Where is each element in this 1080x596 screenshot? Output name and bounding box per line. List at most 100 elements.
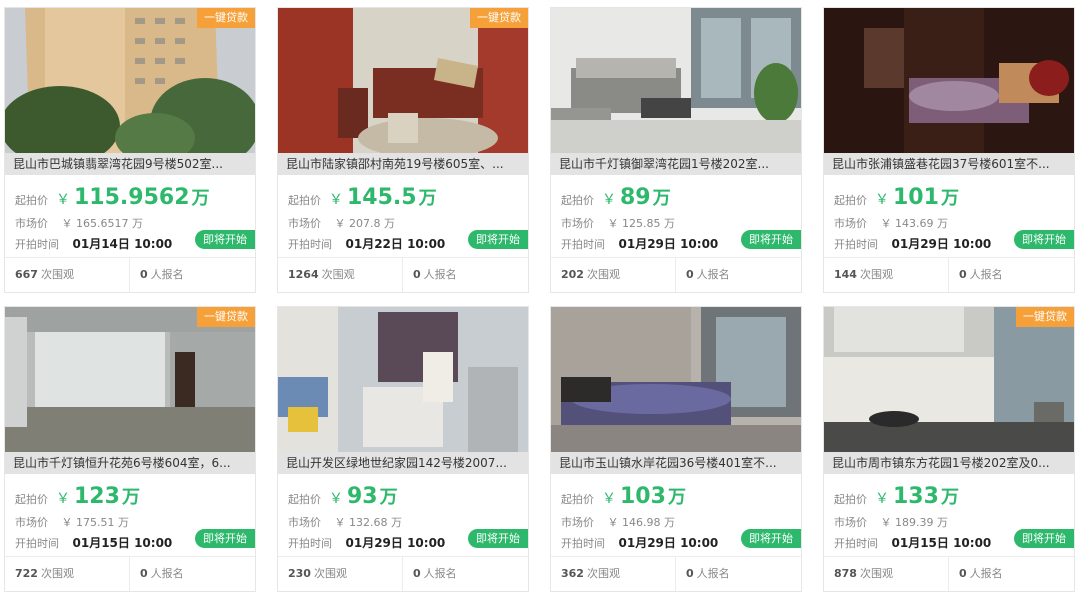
start-time-row: 开拍时间 01月29日 10:00 (561, 235, 718, 252)
listing-card[interactable]: 一键贷款 昆山市陆家镇邵村南苑19号楼605室、... 起拍价 ￥ 145.5 … (277, 7, 529, 293)
start-price-label: 起拍价 (561, 194, 594, 207)
currency-symbol: ￥ (329, 192, 343, 208)
status-button[interactable]: 即将开始 (195, 529, 255, 548)
market-price-value: ￥ 165.6517 万 (61, 217, 143, 230)
start-price-row: 起拍价 ￥ 145.5 万 (288, 184, 437, 212)
start-price-value: 89 (620, 185, 651, 210)
market-price-label: 市场价 (15, 516, 48, 529)
start-time-label: 开拍时间 (288, 537, 332, 550)
start-time-value: 01月29日 10:00 (891, 237, 992, 251)
start-time-value: 01月22日 10:00 (345, 237, 446, 251)
signup-count: 0 人报名 (413, 567, 457, 580)
market-price-value: ￥ 143.69 万 (880, 217, 948, 230)
currency-symbol: ￥ (56, 491, 70, 507)
status-button[interactable]: 即将开始 (741, 529, 801, 548)
property-photo[interactable] (5, 307, 255, 452)
start-time-label: 开拍时间 (561, 537, 605, 550)
start-time-label: 开拍时间 (834, 537, 878, 550)
listing-title[interactable]: 昆山开发区绿地世纪家园142号楼2007... (278, 452, 528, 474)
property-photo[interactable] (278, 307, 528, 452)
signup-count: 0 人报名 (959, 268, 1003, 281)
currency-symbol: ￥ (875, 192, 889, 208)
start-price-row: 起拍价 ￥ 93 万 (288, 483, 398, 511)
listing-card[interactable]: 昆山开发区绿地世纪家园142号楼2007... 起拍价 ￥ 93 万 市场价 ￥… (277, 306, 529, 592)
listing-title[interactable]: 昆山市千灯镇御翠湾花园1号楼202室... (551, 153, 801, 175)
card-footer: 1264 次围观 0 人报名 (278, 257, 528, 292)
listing-title[interactable]: 昆山市巴城镇翡翠湾花园9号楼502室... (5, 153, 255, 175)
start-price-label: 起拍价 (561, 493, 594, 506)
start-price-row: 起拍价 ￥ 101 万 (834, 184, 959, 212)
start-time-label: 开拍时间 (561, 238, 605, 251)
property-photo[interactable] (5, 8, 255, 153)
listing-card[interactable]: 昆山市玉山镇水岸花园36号楼401室不... 起拍价 ￥ 103 万 市场价 ￥… (550, 306, 802, 592)
listing-title[interactable]: 昆山市周市镇东方花园1号楼202室及0... (824, 452, 1074, 474)
start-time-row: 开拍时间 01月29日 10:00 (288, 534, 445, 551)
listing-card[interactable]: 昆山市张浦镇盛巷花园37号楼601室不... 起拍价 ￥ 101 万 市场价 ￥… (823, 7, 1075, 293)
price-unit: 万 (667, 487, 686, 508)
start-time-row: 开拍时间 01月29日 10:00 (834, 235, 991, 252)
market-price-label: 市场价 (288, 516, 321, 529)
listing-title[interactable]: 昆山市张浦镇盛巷花园37号楼601室不... (824, 153, 1074, 175)
price-unit: 万 (940, 487, 959, 508)
views-count: 1264 次围观 (278, 258, 403, 292)
views-count: 878 次围观 (824, 557, 949, 591)
market-price-value: ￥ 189.39 万 (880, 516, 948, 529)
card-footer: 722 次围观 0 人报名 (5, 556, 255, 591)
market-price-value: ￥ 146.98 万 (607, 516, 675, 529)
start-price-label: 起拍价 (834, 493, 867, 506)
listing-title[interactable]: 昆山市千灯镇恒升花苑6号楼604室，6... (5, 452, 255, 474)
start-price-label: 起拍价 (288, 194, 321, 207)
start-time-value: 01月29日 10:00 (618, 536, 719, 550)
loan-badge[interactable]: 一键贷款 (197, 8, 255, 28)
signup-count: 0 人报名 (686, 567, 730, 580)
start-price-row: 起拍价 ￥ 123 万 (15, 483, 140, 511)
listing-title[interactable]: 昆山市陆家镇邵村南苑19号楼605室、... (278, 153, 528, 175)
card-footer: 878 次围观 0 人报名 (824, 556, 1074, 591)
listing-card[interactable]: 一键贷款 昆山市巴城镇翡翠湾花园9号楼502室... 起拍价 ￥ 115.956… (4, 7, 256, 293)
listing-title[interactable]: 昆山市玉山镇水岸花园36号楼401室不... (551, 452, 801, 474)
start-price-value: 123 (74, 484, 120, 509)
card-footer: 362 次围观 0 人报名 (551, 556, 801, 591)
market-price-label: 市场价 (561, 516, 594, 529)
loan-badge[interactable]: 一键贷款 (470, 8, 528, 28)
start-time-row: 开拍时间 01月22日 10:00 (288, 235, 445, 252)
price-unit: 万 (121, 487, 140, 508)
currency-symbol: ￥ (329, 491, 343, 507)
market-price-value: ￥ 132.68 万 (334, 516, 402, 529)
start-time-row: 开拍时间 01月29日 10:00 (561, 534, 718, 551)
signup-count: 0 人报名 (140, 268, 184, 281)
views-count: 230 次围观 (278, 557, 403, 591)
views-count: 144 次围观 (824, 258, 949, 292)
start-time-value: 01月15日 10:00 (891, 536, 992, 550)
loan-badge[interactable]: 一键贷款 (1016, 307, 1074, 327)
property-photo[interactable] (824, 307, 1074, 452)
market-price-row: 市场价 ￥ 143.69 万 (834, 215, 948, 231)
status-button[interactable]: 即将开始 (1014, 529, 1074, 548)
property-photo[interactable] (551, 307, 801, 452)
listing-card[interactable]: 一键贷款 昆山市千灯镇恒升花苑6号楼604室，6... 起拍价 ￥ 123 万 … (4, 306, 256, 592)
start-time-value: 01月29日 10:00 (345, 536, 446, 550)
status-button[interactable]: 即将开始 (1014, 230, 1074, 249)
status-button[interactable]: 即将开始 (741, 230, 801, 249)
start-price-row: 起拍价 ￥ 115.9562 万 (15, 184, 210, 212)
property-photo[interactable] (278, 8, 528, 153)
property-photo[interactable] (551, 8, 801, 153)
start-price-value: 93 (347, 484, 378, 509)
price-unit: 万 (191, 188, 210, 209)
market-price-value: ￥ 175.51 万 (61, 516, 129, 529)
start-price-value: 103 (620, 484, 666, 509)
views-count: 202 次围观 (551, 258, 676, 292)
loan-badge[interactable]: 一键贷款 (197, 307, 255, 327)
start-time-value: 01月29日 10:00 (618, 237, 719, 251)
start-time-row: 开拍时间 01月15日 10:00 (834, 534, 991, 551)
currency-symbol: ￥ (875, 491, 889, 507)
status-button[interactable]: 即将开始 (468, 230, 528, 249)
status-button[interactable]: 即将开始 (468, 529, 528, 548)
property-photo[interactable] (824, 8, 1074, 153)
start-price-value: 145.5 (347, 185, 417, 210)
card-footer: 202 次围观 0 人报名 (551, 257, 801, 292)
signup-count: 0 人报名 (413, 268, 457, 281)
listing-card[interactable]: 一键贷款 昆山市周市镇东方花园1号楼202室及0... 起拍价 ￥ 133 万 … (823, 306, 1075, 592)
listing-card[interactable]: 昆山市千灯镇御翠湾花园1号楼202室... 起拍价 ￥ 89 万 市场价 ￥ 1… (550, 7, 802, 293)
status-button[interactable]: 即将开始 (195, 230, 255, 249)
